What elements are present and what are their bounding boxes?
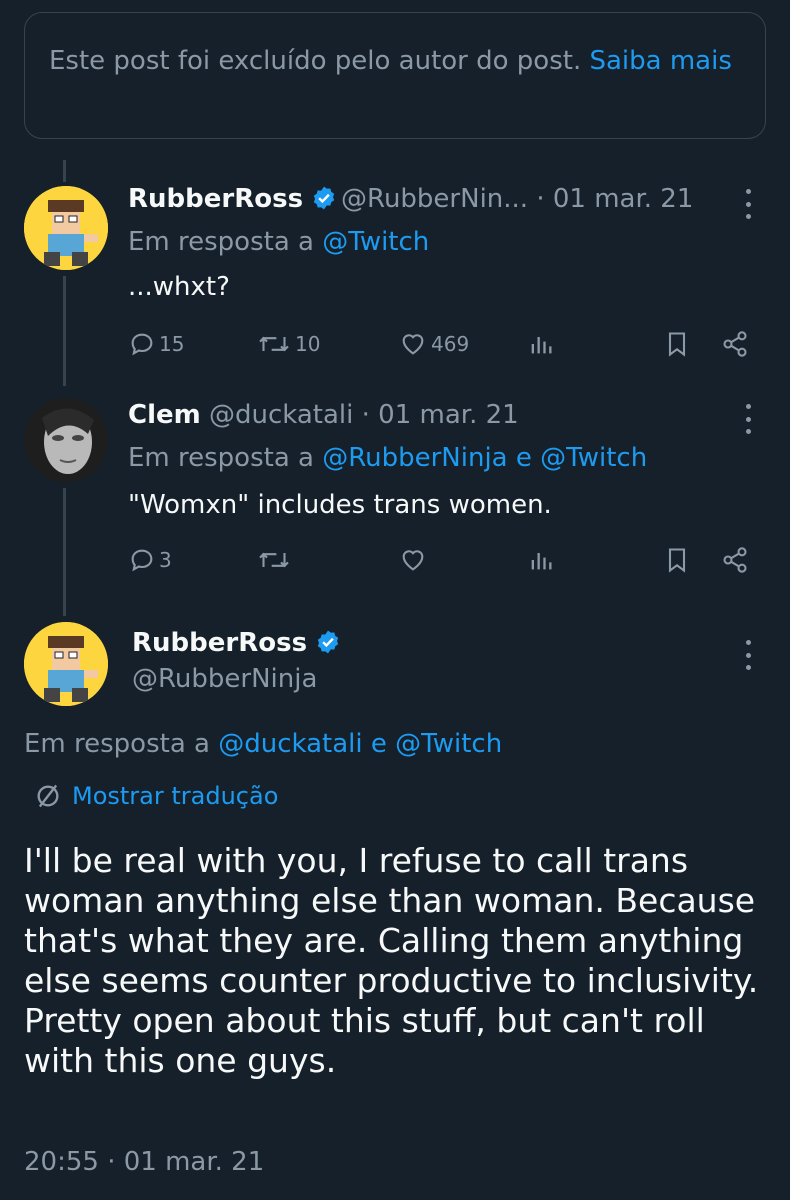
handle[interactable]: @RubberNinja <box>132 662 317 696</box>
deleted-post-notice: Este post foi excluído pelo autor do pos… <box>24 12 766 139</box>
retweet-count: 10 <box>295 332 321 356</box>
views-button[interactable] <box>526 324 556 364</box>
bookmark-button[interactable] <box>664 540 690 580</box>
learn-more-link[interactable]: Saiba mais <box>589 46 731 76</box>
share-icon <box>723 547 747 573</box>
more-options-icon[interactable] <box>744 404 752 434</box>
reply-to-link[interactable]: @duckatali e @Twitch <box>218 729 502 759</box>
tweet-timestamp[interactable]: 20:55 · 01 mar. 21 <box>24 1145 264 1179</box>
reply-prefix: Em resposta a <box>24 729 210 759</box>
reply-prefix: Em resposta a <box>128 443 314 473</box>
tweet-header: Clem @duckatali · 01 mar. 21 <box>128 400 519 430</box>
reply-button[interactable]: 3 <box>128 540 172 580</box>
heart-icon <box>402 550 424 571</box>
verified-badge-icon <box>315 629 341 664</box>
action-bar: 15 10 469 <box>128 324 768 364</box>
reply-count: 3 <box>159 548 172 572</box>
display-name[interactable]: RubberRoss <box>132 628 307 658</box>
retweet-icon <box>259 552 289 568</box>
thread-line <box>63 276 66 386</box>
main-tweet-text: I'll be real with you, I refuse to call … <box>24 841 759 1080</box>
translate-button[interactable]: Mostrar tradução <box>34 780 278 812</box>
reply-to-link[interactable]: @RubberNinja e @Twitch <box>322 443 647 473</box>
reply-prefix: Em resposta a <box>128 227 314 257</box>
reply-button[interactable]: 15 <box>128 324 184 364</box>
reply-context: Em resposta a @Twitch <box>128 225 429 259</box>
tweet-date[interactable]: 01 mar. 21 <box>378 400 519 430</box>
thread-line <box>63 488 66 616</box>
avatar[interactable] <box>24 398 108 482</box>
display-name[interactable]: Clem <box>128 400 201 430</box>
reply-to-link[interactable]: @Twitch <box>322 227 429 257</box>
reply-context: Em resposta a @duckatali e @Twitch <box>24 727 502 761</box>
avatar[interactable] <box>24 622 108 706</box>
avatar[interactable] <box>24 186 108 270</box>
retweet-button[interactable]: 10 <box>256 324 320 364</box>
heart-icon <box>402 334 424 355</box>
retweet-button[interactable] <box>256 540 292 580</box>
bookmark-icon <box>668 548 686 573</box>
verified-badge-icon <box>311 185 337 220</box>
views-button[interactable] <box>526 540 556 580</box>
tweet-date[interactable]: 01 mar. 21 <box>553 184 694 214</box>
views-icon <box>531 337 552 354</box>
more-options-icon[interactable] <box>744 189 752 219</box>
main-tweet-name-row: RubberRoss <box>132 626 345 664</box>
reply-context: Em resposta a @RubberNinja e @Twitch <box>128 441 647 475</box>
handle[interactable]: @RubberNin... <box>341 184 528 214</box>
action-bar: 3 <box>128 540 768 580</box>
share-button[interactable] <box>720 324 750 364</box>
deleted-notice-text: Este post foi excluído pelo autor do pos… <box>49 46 582 76</box>
tweet-text: "Womxn" includes trans women. <box>128 490 552 520</box>
display-name[interactable]: RubberRoss <box>128 184 303 214</box>
translate-icon <box>37 784 59 808</box>
tweet-header: RubberRoss @RubberNin... · 01 mar. 21 <box>128 182 693 220</box>
retweet-icon <box>259 336 289 352</box>
more-options-icon[interactable] <box>744 640 752 670</box>
handle[interactable]: @duckatali <box>209 400 353 430</box>
reply-icon <box>131 333 153 356</box>
share-button[interactable] <box>720 540 750 580</box>
translate-label: Mostrar tradução <box>72 782 279 810</box>
reply-icon <box>131 549 153 572</box>
tweet-text: ...whxt? <box>128 272 230 302</box>
share-icon <box>723 331 747 357</box>
thread-line <box>63 160 66 182</box>
reply-count: 15 <box>159 332 185 356</box>
like-button[interactable]: 469 <box>398 324 469 364</box>
like-count: 469 <box>431 332 470 356</box>
bookmark-button[interactable] <box>664 324 690 364</box>
views-icon <box>531 553 552 570</box>
like-button[interactable] <box>398 540 428 580</box>
bookmark-icon <box>668 332 686 357</box>
